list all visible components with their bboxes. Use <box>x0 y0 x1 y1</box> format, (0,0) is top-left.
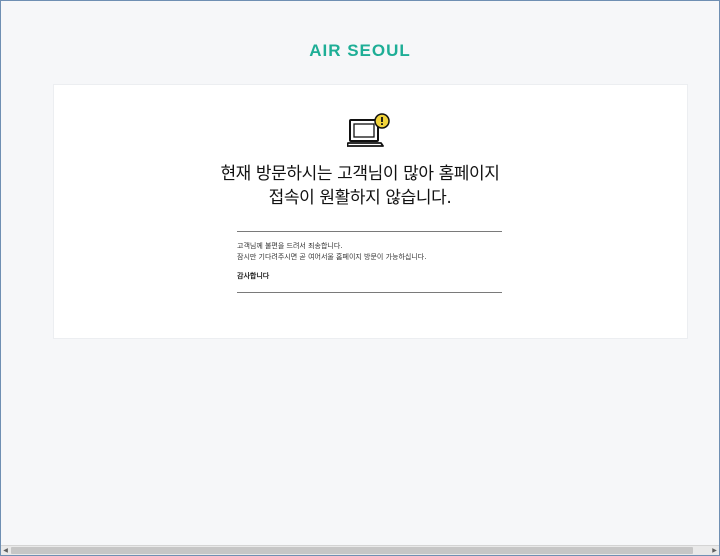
apology-message: 고객님께 불편을 드려서 죄송합니다. 잠시만 기다려주시면 곧 여어서울 홈페… <box>237 241 502 263</box>
scrollbar-thumb[interactable] <box>11 547 693 554</box>
message-line-2: 잠시만 기다려주시면 곧 여어서울 홈페이지 방문이 가능하십니다. <box>237 253 427 261</box>
divider-bottom <box>237 292 502 293</box>
horizontal-scrollbar[interactable]: ◀ ▶ <box>1 545 719 555</box>
brand-logo[interactable]: AIR SEOUL <box>0 41 720 61</box>
scroll-right-arrow-icon[interactable]: ▶ <box>710 546 719 555</box>
scroll-left-arrow-icon[interactable]: ◀ <box>1 546 10 555</box>
message-line-1: 고객님께 불편을 드려서 죄송합니다. <box>237 242 343 250</box>
divider-top <box>237 231 502 232</box>
laptop-warning-icon <box>347 113 390 147</box>
headline-line-2: 접속이 원활하지 않습니다. <box>268 188 452 208</box>
headline-line-1: 현재 방문하시는 고객님이 많아 홈페이지 <box>220 164 500 184</box>
notice-headline: 현재 방문하시는 고객님이 많아 홈페이지 접속이 원활하지 않습니다. <box>0 162 720 210</box>
thanks-text: 감사합니다 <box>237 272 270 280</box>
